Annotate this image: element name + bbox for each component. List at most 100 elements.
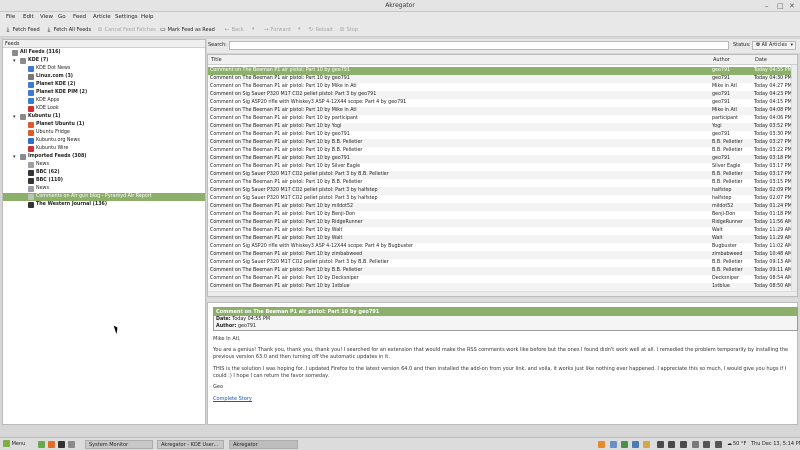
pen-tray-icon[interactable]: [703, 441, 710, 448]
task-akregator-kde-userbase[interactable]: Akregator - KDE User...: [157, 440, 224, 449]
menu-file[interactable]: File: [6, 14, 15, 20]
maximize-icon[interactable]: □: [777, 2, 784, 10]
article-list-horizontal-scrollbar[interactable]: [208, 291, 797, 296]
article-row[interactable]: Comment on The Beeman P1 air pistol: Par…: [208, 123, 791, 131]
file-manager-icon[interactable]: [68, 441, 75, 448]
feed-item-news[interactable]: News: [3, 161, 205, 169]
title-bar[interactable]: Akregator – □ ✕: [0, 0, 800, 12]
start-menu-button[interactable]: Menu: [3, 440, 25, 449]
article-list-vertical-scrollbar[interactable]: [791, 65, 797, 292]
article-row[interactable]: Comment on The Beeman P1 air pistol: Par…: [208, 155, 791, 163]
article-row[interactable]: Comment on The Beeman P1 air pistol: Par…: [208, 139, 791, 147]
firefox-icon[interactable]: [48, 441, 55, 448]
fetch-feed-button[interactable]: ⤓ Fetch Feed: [5, 25, 40, 34]
article-row[interactable]: Comment on The Beeman P1 air pistol: Par…: [208, 211, 791, 219]
stop-button[interactable]: ⊘ Stop: [339, 25, 357, 34]
article-row[interactable]: Comment on The Beeman P1 air pistol: Par…: [208, 283, 791, 291]
article-row[interactable]: Comment on The Beeman P1 air pistol: Par…: [208, 219, 791, 227]
article-row[interactable]: Comment on The Beeman P1 air pistol: Par…: [208, 67, 791, 75]
article-row[interactable]: Comment on The Beeman P1 air pistol: Par…: [208, 227, 791, 235]
article-row[interactable]: Comment on The Beeman P1 air pistol: Par…: [208, 275, 791, 283]
forward-button[interactable]: → Forward: [263, 25, 290, 34]
article-row[interactable]: Comment on The Beeman P1 air pistol: Par…: [208, 179, 791, 187]
folder-tray-icon[interactable]: [643, 441, 650, 448]
menu-go[interactable]: Go: [58, 14, 66, 20]
search-input[interactable]: [229, 41, 729, 50]
back-dropdown[interactable]: ▾: [252, 25, 255, 34]
close-icon[interactable]: ✕: [789, 2, 795, 10]
display-tray-icon[interactable]: [692, 441, 699, 448]
article-row[interactable]: Comment on Sig Sauer P320 M17 CO2 pellet…: [208, 259, 791, 267]
clock[interactable]: Thu Dec 13, 5:14 PM: [751, 440, 800, 449]
reload-button[interactable]: ↻ Reload: [308, 25, 332, 34]
expand-arrow-icon[interactable]: ▾: [13, 113, 16, 121]
minimize-icon[interactable]: –: [765, 2, 769, 10]
expand-arrow-icon[interactable]: ▾: [13, 153, 16, 161]
feed-item-the-western-journal-136[interactable]: The Western Journal (136): [3, 201, 205, 209]
show-desktop-icon[interactable]: [38, 441, 45, 448]
menu-help[interactable]: Help: [141, 14, 154, 20]
feed-item-news[interactable]: News: [3, 185, 205, 193]
menu-view[interactable]: View: [40, 14, 53, 20]
article-row[interactable]: Comment on The Beeman P1 air pistol: Par…: [208, 147, 791, 155]
feed-item-planet-kde-pim-2[interactable]: Planet KDE PIM (2): [3, 89, 205, 97]
article-row[interactable]: Comment on The Beeman P1 air pistol: Par…: [208, 163, 791, 171]
article-row[interactable]: Comment on The Beeman P1 air pistol: Par…: [208, 131, 791, 139]
notes-tray-icon[interactable]: [668, 441, 675, 448]
feed-item-all-feeds-316[interactable]: All Feeds (316): [3, 49, 205, 57]
menu-settings[interactable]: Settings: [115, 14, 138, 20]
update-tray-icon[interactable]: [657, 441, 664, 448]
menu-article[interactable]: Article: [93, 14, 111, 20]
column-title[interactable]: Title: [211, 57, 222, 63]
task-system-monitor[interactable]: System Monitor: [85, 440, 153, 449]
menu-edit[interactable]: Edit: [23, 14, 34, 20]
menu-feed[interactable]: Feed: [73, 14, 86, 20]
feed-item-kubuntu-org-news[interactable]: Kubuntu.org News: [3, 137, 205, 145]
bluetooth-tray-icon[interactable]: [632, 441, 639, 448]
article-row[interactable]: Comment on The Beeman P1 air pistol: Par…: [208, 203, 791, 211]
forward-dropdown[interactable]: ▾: [298, 25, 301, 34]
clipboard-tray-icon[interactable]: [610, 441, 617, 448]
article-row[interactable]: Comment on The Beeman P1 air pistol: Par…: [208, 115, 791, 123]
network-tray-icon[interactable]: [621, 441, 628, 448]
article-row[interactable]: Comment on Sig ASP20 rifle with Whiskey3…: [208, 243, 791, 251]
mark-feed-as-read-button[interactable]: ▭ Mark Feed as Read: [160, 25, 215, 34]
task-akregator[interactable]: Akregator: [229, 440, 298, 449]
feed-item-kde-look[interactable]: KDE Look: [3, 105, 205, 113]
weather-icon[interactable]: ☁: [727, 440, 732, 449]
article-row[interactable]: Comment on The Beeman P1 air pistol: Par…: [208, 107, 791, 115]
article-row[interactable]: Comment on The Beeman P1 air pistol: Par…: [208, 75, 791, 83]
article-row[interactable]: Comment on Sig Sauer P320 M17 CO2 pellet…: [208, 187, 791, 195]
rss-tray-icon[interactable]: [598, 441, 605, 448]
feed-item-kde-7[interactable]: ▾ KDE (7): [3, 57, 205, 65]
feed-item-imported-feeds-308[interactable]: ▾ Imported Feeds (308): [3, 153, 205, 161]
feed-item-linux-com-3[interactable]: Linux.com (3): [3, 73, 205, 81]
article-row[interactable]: Comment on Sig Sauer P320 M17 CO2 pellet…: [208, 171, 791, 179]
feed-item-planet-kde-2[interactable]: Planet KDE (2): [3, 81, 205, 89]
article-row[interactable]: Comment on The Beeman P1 air pistol: Par…: [208, 251, 791, 259]
column-date[interactable]: Date: [755, 57, 767, 63]
article-row[interactable]: Comment on The Beeman P1 air pistol: Par…: [208, 235, 791, 243]
column-author[interactable]: Author: [713, 57, 730, 63]
article-row[interactable]: Comment on Sig Sauer P320 M17 CO2 pellet…: [208, 91, 791, 99]
fetch-all-feeds-button[interactable]: ⤓ Fetch All Feeds: [46, 25, 91, 34]
complete-story-link[interactable]: Complete Story: [213, 396, 252, 402]
volume-tray-icon[interactable]: [715, 441, 722, 448]
feed-item-kde-dot-news[interactable]: KDE Dot News: [3, 65, 205, 73]
status-filter-select[interactable]: ⛃ All Articles ▾: [752, 41, 796, 50]
feed-item-planet-ubuntu-1[interactable]: Planet Ubuntu (1): [3, 121, 205, 129]
feed-item-bbc-62[interactable]: BBC (62): [3, 169, 205, 177]
feed-item-kubuntu-1[interactable]: ▾ Kubuntu (1): [3, 113, 205, 121]
feed-item-ubuntu-fridge[interactable]: Ubuntu Fridge: [3, 129, 205, 137]
feed-item-kde-apps[interactable]: KDE Apps: [3, 97, 205, 105]
article-row[interactable]: Comment on Sig Sauer P320 M17 CO2 pellet…: [208, 195, 791, 203]
article-row[interactable]: Comment on The Beeman P1 air pistol: Par…: [208, 83, 791, 91]
terminal-icon[interactable]: [58, 441, 65, 448]
feed-item-kubuntu-wire[interactable]: Kubuntu Wire: [3, 145, 205, 153]
keyboard-tray-icon[interactable]: [680, 441, 687, 448]
feed-item-bbc-110[interactable]: BBC (110): [3, 177, 205, 185]
cancel-feed-fetches-button[interactable]: ⊘ Cancel Feed Fetches: [97, 25, 155, 34]
feed-item-comments-on-air-gun-blog-pyramyd-air-report[interactable]: Comments on Air gun blog - Pyramyd Air R…: [3, 193, 205, 201]
article-row[interactable]: Comment on Sig ASP20 rifle with Whiskey3…: [208, 99, 791, 107]
article-row[interactable]: Comment on The Beeman P1 air pistol: Par…: [208, 267, 791, 275]
